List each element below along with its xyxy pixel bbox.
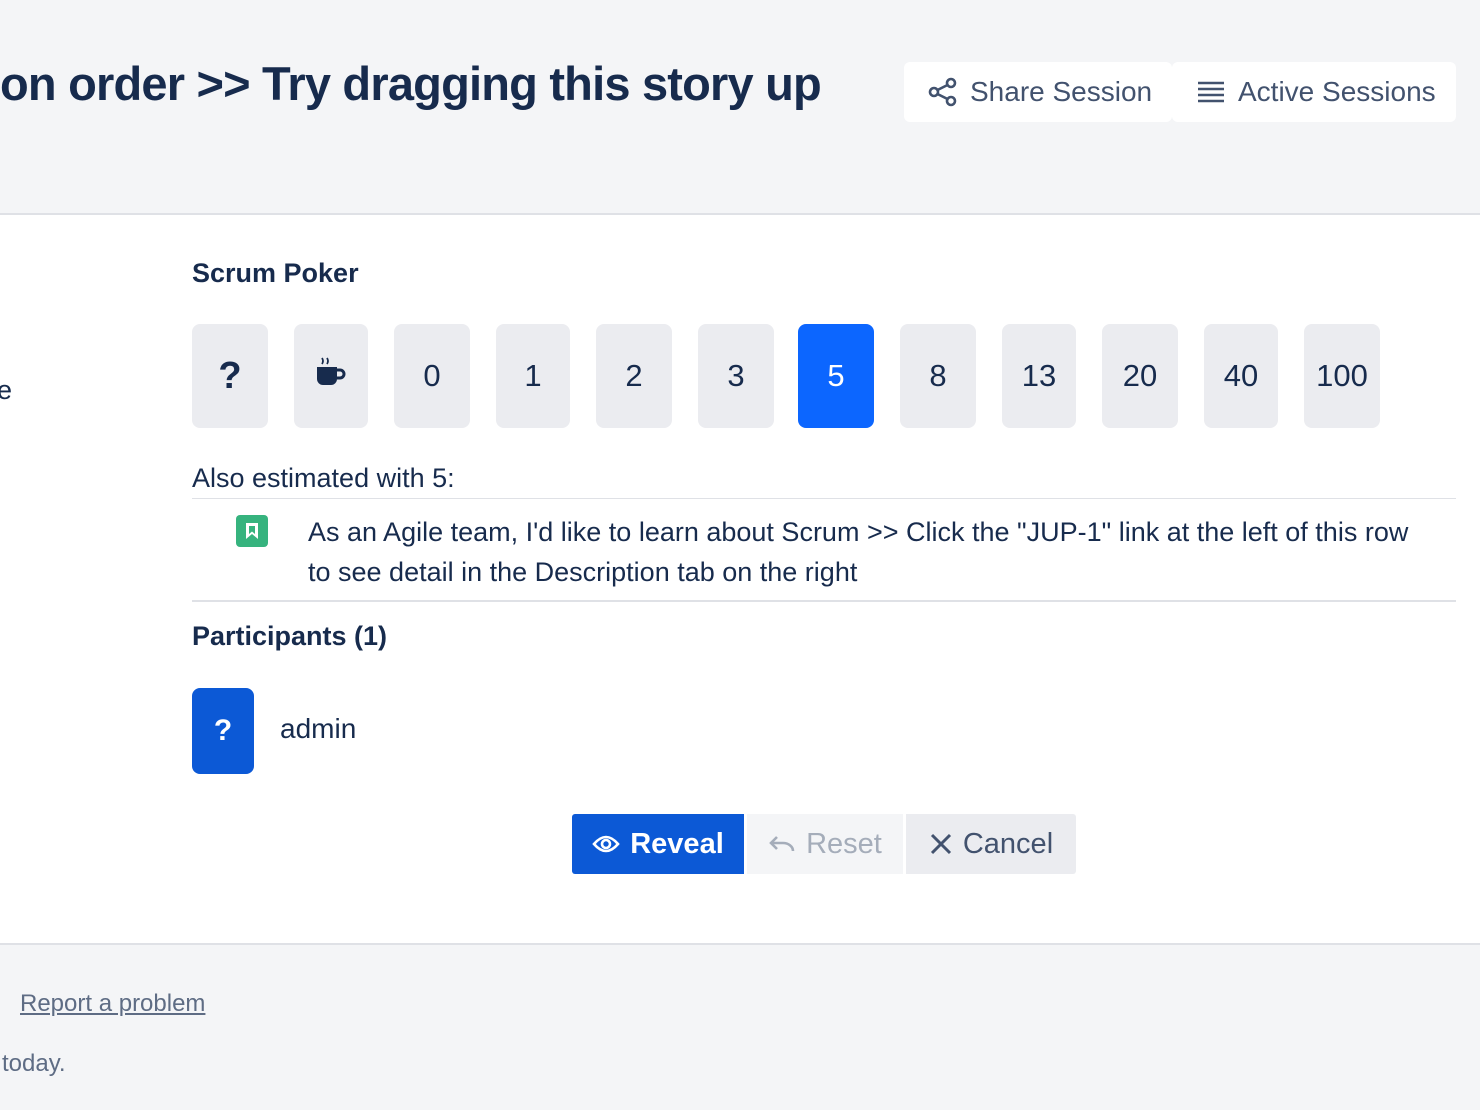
- poker-card-2[interactable]: 2: [596, 324, 672, 428]
- main-panel: e Scrum Poker ? 0 1 2 3 5 8 13 20 40 100…: [0, 215, 1480, 945]
- cancel-label: Cancel: [962, 827, 1054, 860]
- card-label: ?: [218, 354, 242, 397]
- page-header: on order >> Try dragging this story up S…: [0, 0, 1480, 215]
- active-sessions-label: Active Sessions: [1238, 76, 1436, 107]
- undo-icon: [768, 834, 796, 854]
- active-sessions-button[interactable]: Active Sessions: [1172, 62, 1456, 122]
- divider: [192, 600, 1456, 602]
- reset-label: Reset: [806, 827, 882, 860]
- poker-card-0[interactable]: 0: [394, 324, 470, 428]
- share-session-label: Share Session: [970, 76, 1153, 107]
- reveal-label: Reveal: [630, 827, 724, 860]
- poker-card-1[interactable]: 1: [496, 324, 570, 428]
- share-icon: [926, 75, 960, 109]
- list-icon: [1194, 75, 1228, 109]
- close-icon: [929, 832, 953, 856]
- poker-card-3[interactable]: 3: [698, 324, 774, 428]
- cancel-button[interactable]: Cancel: [906, 814, 1076, 874]
- scrum-poker-title: Scrum Poker: [192, 258, 359, 288]
- poker-card-40[interactable]: 40: [1204, 324, 1278, 428]
- footer-text: today.: [2, 1050, 66, 1077]
- reveal-button[interactable]: Reveal: [572, 814, 744, 874]
- poker-card-unknown[interactable]: ?: [192, 324, 268, 428]
- poker-card-8[interactable]: 8: [900, 324, 976, 428]
- participant-name: admin: [280, 713, 357, 744]
- poker-card-13[interactable]: 13: [1002, 324, 1076, 428]
- report-problem-link[interactable]: Report a problem: [20, 990, 205, 1018]
- participant-vote-card: ?: [192, 688, 254, 774]
- divider: [192, 498, 1456, 499]
- poker-card-100[interactable]: 100: [1304, 324, 1380, 428]
- poker-card-20[interactable]: 20: [1102, 324, 1178, 428]
- participants-heading: Participants (1): [192, 621, 388, 651]
- poker-card-5-selected[interactable]: 5: [798, 324, 874, 428]
- page-title: on order >> Try dragging this story up: [0, 57, 822, 110]
- poker-card-coffee[interactable]: [294, 324, 368, 428]
- coffee-icon: [314, 355, 348, 397]
- eye-icon: [592, 833, 620, 855]
- share-session-button[interactable]: Share Session: [904, 62, 1172, 122]
- estimated-story-summary[interactable]: As an Agile team, I'd like to learn abou…: [308, 512, 1418, 592]
- reset-button[interactable]: Reset: [747, 814, 903, 874]
- clipped-text: e: [0, 375, 13, 405]
- also-estimated-heading: Also estimated with 5:: [192, 463, 455, 493]
- story-bookmark-icon: [236, 515, 268, 547]
